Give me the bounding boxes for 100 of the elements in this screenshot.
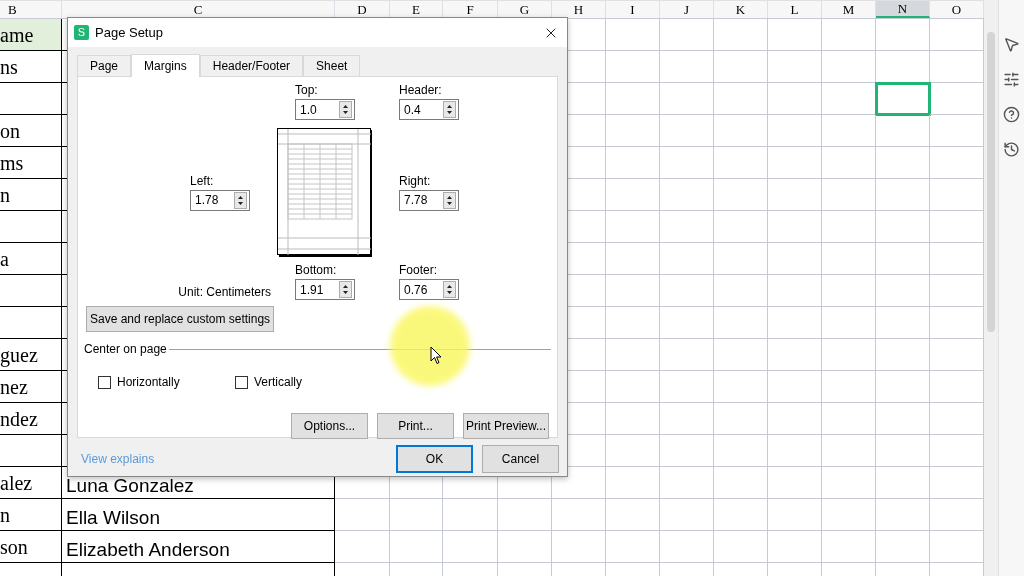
pointer-icon[interactable] bbox=[1003, 36, 1020, 53]
table-cell bbox=[768, 307, 822, 339]
field-value: 1.0 bbox=[299, 102, 318, 117]
spin-field[interactable]: 0.76 bbox=[399, 279, 459, 300]
table-cell bbox=[714, 179, 768, 211]
dialog-button[interactable]: Print... bbox=[377, 413, 454, 439]
table-cell: ns bbox=[0, 51, 62, 83]
table-cell bbox=[335, 531, 390, 563]
table-cell bbox=[876, 339, 930, 371]
table-cell bbox=[822, 339, 876, 371]
table-cell bbox=[660, 83, 714, 115]
spin-arrows-icon[interactable] bbox=[339, 281, 352, 298]
table-cell bbox=[498, 531, 552, 563]
column-header[interactable]: L bbox=[768, 1, 822, 18]
table-cell bbox=[822, 467, 876, 499]
spin-arrows-icon[interactable] bbox=[443, 101, 456, 118]
spin-field[interactable]: 7.78 bbox=[399, 189, 459, 211]
table-cell bbox=[660, 499, 714, 531]
spin-field[interactable]: 0.4 bbox=[399, 99, 459, 120]
table-cell bbox=[822, 403, 876, 435]
spin-field[interactable]: 1.0 bbox=[295, 99, 355, 120]
table-cell bbox=[660, 51, 714, 83]
checkbox[interactable] bbox=[235, 375, 248, 389]
table-cell bbox=[768, 403, 822, 435]
tab[interactable]: Page bbox=[77, 55, 132, 76]
field-value: 7.78 bbox=[403, 193, 429, 207]
table-cell bbox=[768, 499, 822, 531]
table-cell bbox=[660, 371, 714, 403]
table-cell bbox=[606, 179, 660, 211]
table-cell bbox=[768, 179, 822, 211]
spin-arrows-icon[interactable] bbox=[339, 101, 352, 118]
field-label: Left: bbox=[190, 173, 214, 188]
table-cell bbox=[876, 115, 930, 147]
history-icon[interactable] bbox=[1003, 141, 1020, 158]
spin-arrows-icon[interactable] bbox=[234, 191, 247, 209]
table-cell bbox=[714, 115, 768, 147]
table-cell bbox=[768, 51, 822, 83]
table-cell bbox=[606, 51, 660, 83]
table-cell bbox=[876, 467, 930, 499]
table-cell bbox=[822, 51, 876, 83]
help-icon[interactable] bbox=[1003, 106, 1020, 123]
spin-arrows-icon[interactable] bbox=[443, 281, 456, 298]
table-cell bbox=[660, 243, 714, 275]
sliders-icon[interactable] bbox=[1003, 71, 1020, 88]
table-cell bbox=[606, 499, 660, 531]
table-cell bbox=[660, 339, 714, 371]
dialog-button[interactable]: Options... bbox=[291, 413, 368, 439]
table-cell: ame bbox=[0, 19, 62, 51]
table-cell: a bbox=[0, 243, 62, 275]
table-cell bbox=[768, 275, 822, 307]
checkbox-option[interactable]: Horizontally bbox=[98, 373, 183, 391]
field-label: Top: bbox=[295, 83, 318, 97]
dialog-button[interactable]: Print Preview... bbox=[463, 413, 549, 439]
table-cell bbox=[714, 531, 768, 563]
table-cell bbox=[876, 275, 930, 307]
column-header[interactable]: N bbox=[876, 1, 930, 18]
vertical-scrollbar[interactable] bbox=[984, 0, 998, 576]
table-cell bbox=[660, 275, 714, 307]
column-header[interactable]: B bbox=[0, 1, 62, 18]
table-cell bbox=[714, 51, 768, 83]
dialog-button[interactable]: OK bbox=[396, 445, 473, 473]
spin-field[interactable]: 1.78 bbox=[190, 189, 250, 211]
table-cell: ndez bbox=[0, 403, 62, 435]
checkbox[interactable] bbox=[98, 375, 111, 389]
table-cell bbox=[768, 115, 822, 147]
table-cell bbox=[606, 339, 660, 371]
tab[interactable]: Sheet bbox=[303, 55, 361, 76]
table-cell bbox=[876, 403, 930, 435]
table-cell bbox=[822, 499, 876, 531]
table-cell bbox=[606, 211, 660, 243]
dialog-button[interactable]: Cancel bbox=[482, 445, 559, 473]
table-cell bbox=[660, 531, 714, 563]
tab[interactable]: Header/Footer bbox=[199, 55, 304, 76]
table-cell bbox=[660, 115, 714, 147]
table-cell bbox=[714, 243, 768, 275]
table-cell bbox=[768, 243, 822, 275]
tab[interactable]: Margins bbox=[131, 54, 200, 77]
table-cell bbox=[714, 339, 768, 371]
table-cell bbox=[822, 211, 876, 243]
table-cell bbox=[714, 435, 768, 467]
save-settings-button[interactable]: Save and replace custom settings bbox=[86, 306, 275, 332]
column-header[interactable]: K bbox=[714, 1, 768, 18]
column-header[interactable]: I bbox=[606, 1, 660, 18]
spin-field[interactable]: 1.91 bbox=[295, 279, 355, 300]
table-cell bbox=[660, 179, 714, 211]
table-cell bbox=[606, 115, 660, 147]
unit-label: Unit: Centimeters bbox=[178, 284, 271, 301]
table-cell bbox=[714, 499, 768, 531]
table-cell bbox=[498, 499, 552, 531]
table-cell bbox=[443, 499, 498, 531]
checkbox-option[interactable]: Vertically bbox=[235, 373, 320, 391]
table-cell bbox=[552, 499, 606, 531]
table-cell bbox=[660, 467, 714, 499]
table-cell bbox=[822, 435, 876, 467]
spin-arrows-icon[interactable] bbox=[443, 191, 456, 209]
column-header[interactable]: J bbox=[660, 1, 714, 18]
table-cell bbox=[822, 243, 876, 275]
table-cell bbox=[876, 243, 930, 275]
table-cell bbox=[660, 435, 714, 467]
table-cell bbox=[876, 371, 930, 403]
